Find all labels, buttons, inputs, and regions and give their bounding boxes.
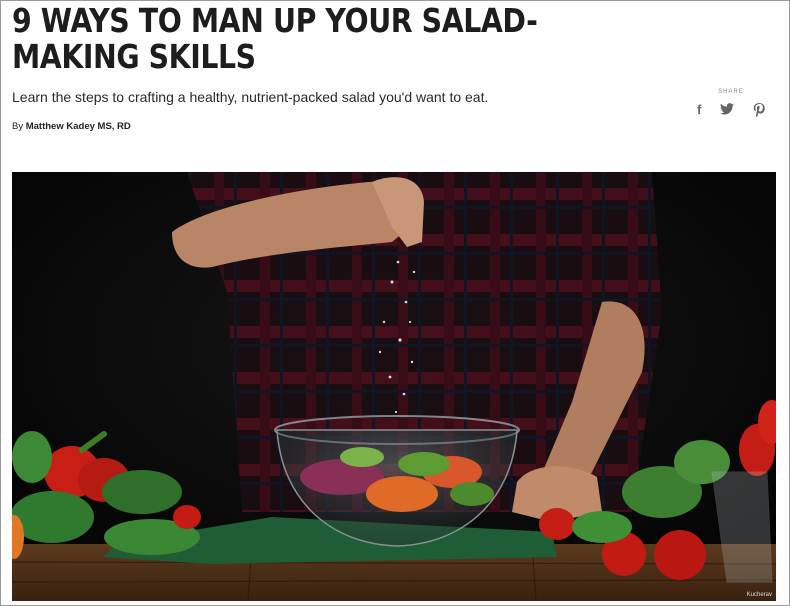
pinterest-icon[interactable] <box>753 103 765 120</box>
article-title: 9 WAYS TO MAN UP YOUR SALAD-MAKING SKILL… <box>12 1 538 76</box>
article-page: 9 WAYS TO MAN UP YOUR SALAD-MAKING SKILL… <box>0 0 790 606</box>
share-panel: SHARE f <box>691 89 771 120</box>
share-icons: f <box>691 103 771 120</box>
byline: By Matthew Kadey MS, RD <box>12 121 131 132</box>
byline-prefix: By <box>12 121 24 132</box>
image-credit: Kucherav <box>746 592 772 598</box>
article-subtitle: Learn the steps to crafting a healthy, n… <box>12 89 489 105</box>
hero-image: Kucherav <box>12 172 776 601</box>
author-name[interactable]: Matthew Kadey MS, RD <box>26 121 131 132</box>
hero-illustration <box>12 172 776 601</box>
share-label: SHARE <box>718 89 744 95</box>
facebook-icon[interactable]: f <box>697 103 701 120</box>
twitter-icon[interactable] <box>720 103 735 120</box>
